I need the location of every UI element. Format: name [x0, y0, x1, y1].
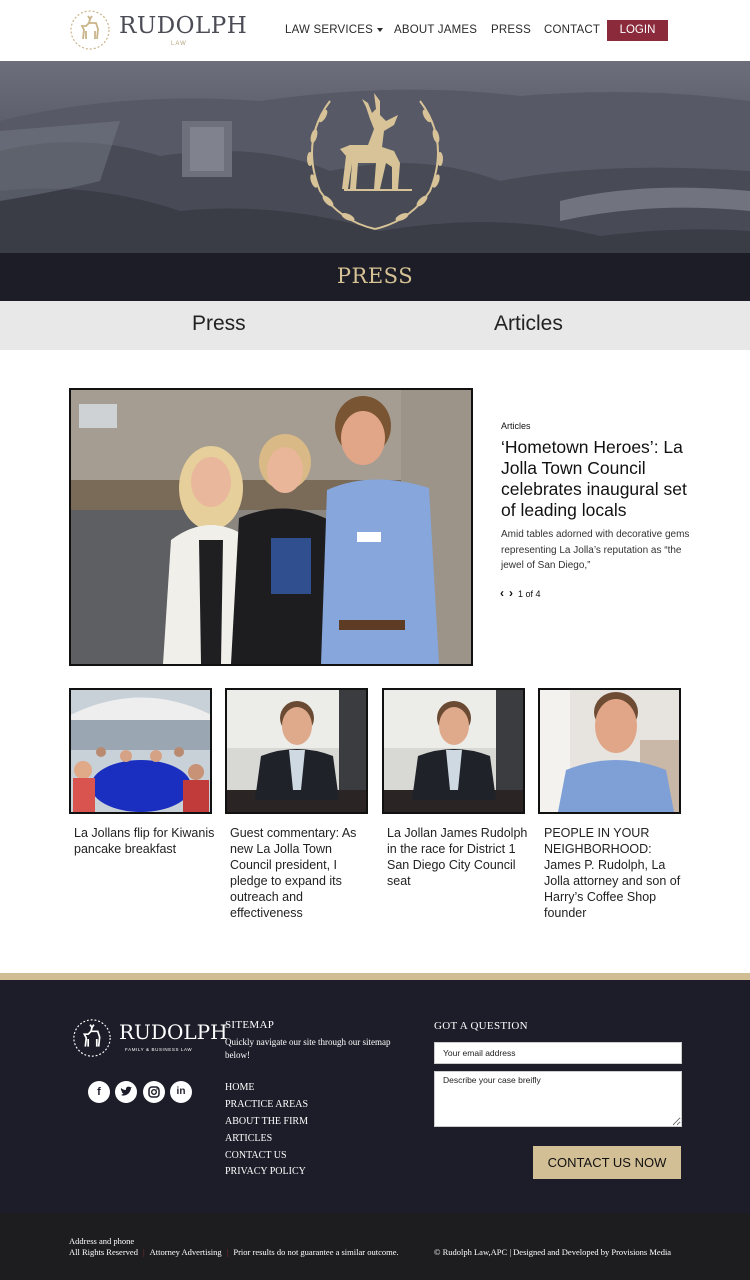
- article-card-image[interactable]: [69, 688, 212, 814]
- address-link[interactable]: Address and phone: [69, 1236, 134, 1246]
- press-tabs: Press Articles: [0, 301, 750, 350]
- sitemap-link-home[interactable]: HOME: [225, 1082, 254, 1093]
- attorney-advertising-link[interactable]: Attorney Advertising: [150, 1247, 222, 1257]
- sitemap-heading: SITEMAP: [225, 1019, 275, 1031]
- caret-down-icon: [377, 27, 384, 32]
- article-card-title[interactable]: Guest commentary: As new La Jolla Town C…: [230, 825, 372, 921]
- case-description-field[interactable]: [434, 1071, 682, 1127]
- sitemap-link-about-the-firm[interactable]: ABOUT THE FIRM: [225, 1116, 308, 1127]
- featured-category: Articles: [501, 421, 531, 431]
- footer-logo-subtext: FAMILY & BUSINESS LAW: [125, 1047, 193, 1052]
- article-card-title[interactable]: La Jollans flip for Kiwanis pancake brea…: [74, 825, 216, 857]
- deer-crest-icon: [73, 1019, 111, 1057]
- nav-contact[interactable]: CONTACT: [544, 24, 600, 36]
- twitter-icon[interactable]: [115, 1081, 137, 1103]
- featured-description: Amid tables adorned with decorative gems…: [501, 529, 690, 571]
- deer-crest-icon: [307, 93, 443, 230]
- pancake-breakfast-photo: [71, 690, 210, 812]
- sitemap-link-contact-us[interactable]: CONTACT US: [225, 1150, 287, 1161]
- email-field[interactable]: [434, 1042, 682, 1064]
- sitemap-description: Quickly navigate our site through our si…: [225, 1037, 391, 1060]
- site-logo[interactable]: RUDOLPH LAW: [68, 9, 247, 51]
- page-title: PRESS: [336, 264, 414, 288]
- sitemap-link-privacy-policy[interactable]: PRIVACY POLICY: [225, 1166, 306, 1177]
- linkedin-icon[interactable]: in: [170, 1081, 192, 1103]
- nav-press[interactable]: PRESS: [491, 24, 531, 36]
- featured-title[interactable]: ‘Hometown Heroes’: La Jolla Town Council…: [501, 437, 701, 521]
- legal-line: All Rights Reserved | Attorney Advertising…: [69, 1247, 399, 1257]
- featured-pager: ‹ › 1 of 4: [500, 586, 541, 600]
- credits-text: © Rudolph Law,APC | Designed and Develop…: [434, 1247, 672, 1257]
- question-heading: GOT A QUESTION: [434, 1020, 528, 1032]
- tab-press[interactable]: Press: [192, 312, 246, 336]
- nav-law-services[interactable]: LAW SERVICES: [285, 24, 384, 36]
- article-card-image[interactable]: [538, 688, 681, 814]
- james-rudolph-photo: [384, 690, 523, 812]
- chevron-left-icon[interactable]: ‹: [500, 586, 504, 600]
- separator: |: [226, 1247, 229, 1257]
- james-rudolph-photo: [227, 690, 366, 812]
- article-card-title[interactable]: La Jollan James Rudolph in the race for …: [387, 825, 529, 889]
- article-card-image[interactable]: [382, 688, 525, 814]
- pager-count: 1 of 4: [518, 589, 541, 599]
- nav-law-services-label: LAW SERVICES: [285, 24, 374, 36]
- james-rudolph-portrait-photo: [540, 690, 679, 812]
- facebook-icon[interactable]: f: [88, 1081, 110, 1103]
- logo-subtext: LAW: [171, 41, 187, 47]
- footer-logo-wordmark: RUDOLPH: [119, 1020, 228, 1044]
- featured-photo: [71, 390, 471, 664]
- footer-divider: [0, 973, 750, 980]
- instagram-icon[interactable]: [143, 1081, 165, 1103]
- contact-us-button[interactable]: CONTACT US NOW: [533, 1146, 681, 1179]
- sitemap-link-articles[interactable]: ARTICLES: [225, 1133, 272, 1144]
- footer-logo[interactable]: RUDOLPH FAMILY & BUSINESS LAW: [71, 1017, 228, 1059]
- disclaimer-text: Prior results do not guarantee a similar…: [233, 1247, 399, 1257]
- sitemap-link-practice-areas[interactable]: PRACTICE AREAS: [225, 1099, 308, 1110]
- logo-wordmark: RUDOLPH: [119, 13, 248, 39]
- deer-crest-icon: [70, 10, 110, 50]
- rights-text: All Rights Reserved: [69, 1247, 138, 1257]
- chevron-right-icon[interactable]: ›: [509, 586, 513, 600]
- hero-image: [0, 61, 750, 253]
- nav-about-james[interactable]: ABOUT JAMES: [394, 24, 477, 36]
- featured-article-image[interactable]: [69, 388, 473, 666]
- tab-articles[interactable]: Articles: [494, 312, 563, 336]
- article-card-title[interactable]: PEOPLE IN YOUR NEIGHBORHOOD: James P. Ru…: [544, 825, 686, 921]
- site-header: RUDOLPH LAW LAW SERVICES ABOUT JAMES PRE…: [0, 0, 750, 61]
- login-button[interactable]: LOGIN: [607, 20, 668, 41]
- page-banner: PRESS: [0, 253, 750, 301]
- article-card-image[interactable]: [225, 688, 368, 814]
- separator: |: [142, 1247, 145, 1257]
